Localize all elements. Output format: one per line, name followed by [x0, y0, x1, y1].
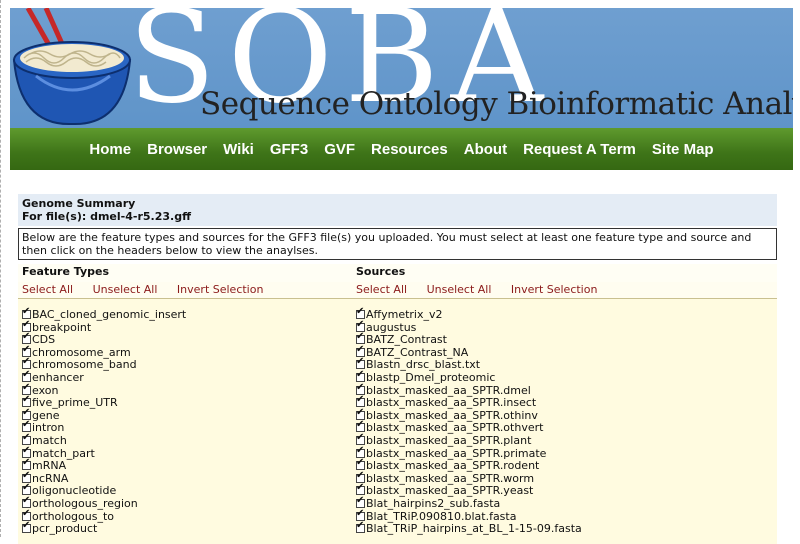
nav-link-gvf[interactable]: GVF: [324, 141, 355, 158]
source-checkbox[interactable]: [356, 496, 365, 508]
source-label: Blastn_drsc_blast.txt: [366, 358, 481, 372]
feature-type-label: pcr_product: [32, 522, 98, 536]
source-label: Blat_hairpins2_sub.fasta: [366, 496, 501, 510]
feature-type-label: match: [32, 433, 67, 447]
feature-type-list-item: gene: [18, 408, 352, 423]
source-select-all-link[interactable]: Select All: [356, 283, 407, 296]
summary-title: Genome Summary: [22, 197, 136, 210]
feature-invert-selection-link[interactable]: Invert Selection: [177, 283, 264, 296]
feature-type-checkbox[interactable]: [22, 521, 31, 534]
nav-link-wiki[interactable]: Wiki: [223, 141, 254, 158]
feature-type-checkbox[interactable]: [22, 458, 31, 471]
source-checkbox[interactable]: [356, 483, 365, 496]
nav-link-request-a-term[interactable]: Request A Term: [523, 141, 636, 158]
feature-type-label: BAC_cloned_genomic_insert: [32, 308, 187, 321]
feature-type-label: orthologous_to: [32, 509, 115, 523]
feature-type-label: ncRNA: [32, 471, 69, 485]
feature-types-column: Feature Types Select All Unselect All In…: [18, 264, 352, 544]
source-label: blastp_Dmel_proteomic: [366, 370, 496, 384]
sources-column: Sources Select All Unselect All Invert S…: [352, 264, 777, 544]
feature-types-list: BAC_cloned_genomic_insertbreakpointCDSch…: [18, 307, 352, 536]
source-label: Blat_TRiP.090810.blat.fasta: [366, 509, 517, 523]
page-edge-guide: [0, 0, 1, 537]
feature-type-label: exon: [32, 383, 59, 397]
nav-link-site-map[interactable]: Site Map: [652, 141, 714, 158]
sources-selection-controls: Select All Unselect All Invert Selection: [352, 282, 777, 299]
feature-select-all-link[interactable]: Select All: [22, 283, 73, 296]
feature-type-checkbox[interactable]: [22, 420, 31, 433]
source-checkbox[interactable]: [356, 395, 365, 408]
source-label: BATZ_Contrast_NA: [366, 345, 469, 359]
source-checkbox[interactable]: [356, 458, 365, 471]
feature-type-checkbox[interactable]: [22, 433, 31, 445]
source-label: BATZ_Contrast: [366, 333, 447, 347]
feature-type-label: gene: [32, 408, 60, 422]
site-banner: SOBA Sequence Ontology Bioinformatic Ana…: [10, 8, 793, 128]
feature-unselect-all-link[interactable]: Unselect All: [93, 283, 158, 296]
source-list-item: Blat_TRiP_hairpins_at_BL_1-15-09.fasta: [352, 521, 777, 536]
source-label: Blat_TRiP_hairpins_at_BL_1-15-09.fasta: [366, 522, 582, 536]
feature-type-label: chromosome_band: [32, 358, 137, 372]
feature-type-label: chromosome_arm: [32, 345, 131, 359]
source-checkbox[interactable]: [356, 521, 365, 534]
source-label: blastx_masked_aa_SPTR.primate: [366, 446, 547, 460]
source-label: blastx_masked_aa_SPTR.rodent: [366, 459, 540, 473]
feature-type-list-item: match_part: [18, 446, 352, 461]
source-label: blastx_masked_aa_SPTR.othinv: [366, 408, 538, 422]
source-label: blastx_masked_aa_SPTR.insect: [366, 396, 537, 410]
feature-types-selection-controls: Select All Unselect All Invert Selection: [18, 282, 352, 299]
feature-type-checkbox[interactable]: [22, 483, 31, 496]
nav-link-browser[interactable]: Browser: [147, 141, 207, 158]
feature-type-label: five_prime_UTR: [32, 396, 118, 410]
source-checkbox[interactable]: [356, 420, 365, 433]
source-label: blastx_masked_aa_SPTR.othvert: [366, 421, 544, 435]
source-invert-selection-link[interactable]: Invert Selection: [511, 283, 598, 296]
source-label: blastx_masked_aa_SPTR.plant: [366, 433, 532, 447]
nav-link-resources[interactable]: Resources: [371, 141, 448, 158]
genome-summary-panel: Genome Summary For file(s): dmel-4-r5.23…: [18, 194, 777, 544]
feature-type-checkbox[interactable]: [22, 496, 31, 508]
feature-types-header[interactable]: Feature Types: [18, 264, 352, 282]
source-checkbox[interactable]: [356, 307, 365, 319]
feature-type-label: enhancer: [32, 370, 84, 384]
source-checkbox[interactable]: [356, 332, 365, 345]
feature-type-label: CDS: [32, 333, 56, 347]
feature-type-list-item: breakpoint: [18, 320, 352, 335]
source-label: blastx_masked_aa_SPTR.yeast: [366, 484, 534, 498]
genome-summary-header: Genome Summary For file(s): dmel-4-r5.23…: [18, 194, 777, 226]
feature-type-label: mRNA: [32, 459, 67, 473]
noodle-bowl-logo-icon: [10, 8, 140, 128]
sources-list: Affymetrix_v2augustusBATZ_ContrastBATZ_C…: [352, 307, 777, 536]
nav-link-about[interactable]: About: [464, 141, 507, 158]
site-subtitle: Sequence Ontology Bioinformatic Analysis: [200, 86, 793, 122]
source-unselect-all-link[interactable]: Unselect All: [427, 283, 492, 296]
source-label: blastx_masked_aa_SPTR.worm: [366, 471, 535, 485]
feature-type-list-item: enhancer: [18, 370, 352, 385]
feature-type-label: intron: [32, 421, 65, 435]
feature-type-label: match_part: [32, 446, 95, 460]
nav-link-home[interactable]: Home: [89, 141, 131, 158]
feature-type-list-item: pcr_product: [18, 521, 352, 536]
feature-type-checkbox[interactable]: [22, 370, 31, 382]
selection-columns: Feature Types Select All Unselect All In…: [18, 264, 777, 544]
source-label: augustus: [366, 320, 417, 334]
feature-type-checkbox[interactable]: [22, 332, 31, 345]
feature-type-label: oligonucleotide: [32, 484, 117, 498]
summary-file-line: For file(s): dmel-4-r5.23.gff: [22, 210, 191, 223]
source-label: blastx_masked_aa_SPTR.dmel: [366, 383, 531, 397]
feature-type-list-item: five_prime_UTR: [18, 395, 352, 410]
sources-header[interactable]: Sources: [352, 264, 777, 282]
main-nav: Home Browser Wiki GFF3 GVF Resources About Requ…: [10, 128, 793, 170]
instructions-text: Below are the feature types and sources …: [18, 228, 777, 260]
nav-link-gff3[interactable]: GFF3: [270, 141, 308, 158]
source-checkbox[interactable]: [356, 370, 365, 382]
source-checkbox[interactable]: [356, 433, 365, 445]
feature-type-list-item: intron: [18, 420, 352, 435]
feature-type-checkbox[interactable]: [22, 307, 31, 319]
source-label: Affymetrix_v2: [366, 308, 443, 321]
feature-type-checkbox[interactable]: [22, 395, 31, 408]
feature-type-label: breakpoint: [32, 320, 92, 334]
feature-type-label: orthologous_region: [32, 496, 138, 510]
